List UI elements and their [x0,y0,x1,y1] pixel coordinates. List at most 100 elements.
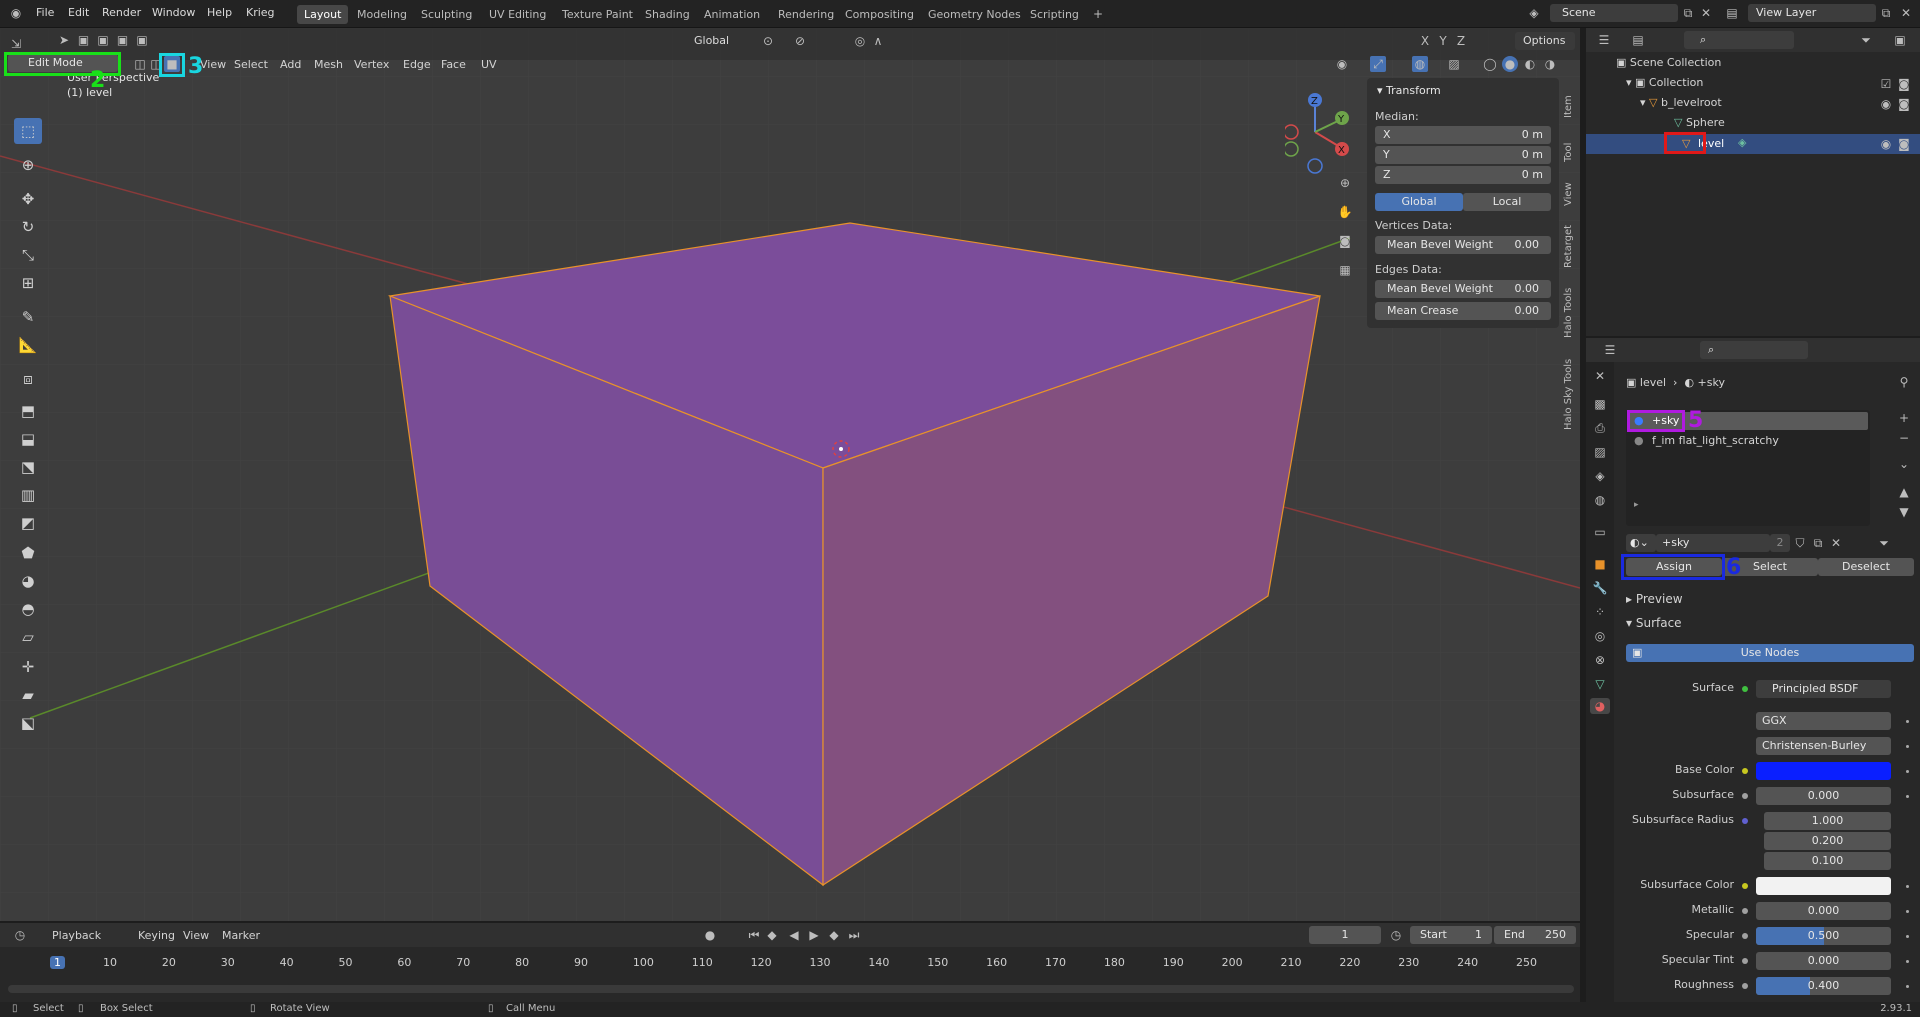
global-toggle[interactable]: Global [1375,193,1463,211]
subsurface-color-swatch[interactable] [1756,877,1891,895]
browse-material-icon[interactable]: ◐⌄ [1626,534,1656,552]
menu-view[interactable]: View [200,58,226,71]
scene-icon[interactable]: ◈ [1526,5,1542,21]
tab-tool[interactable]: Tool [1563,132,1579,162]
new-view-layer-icon[interactable]: ⧉ [1878,5,1894,21]
use-nodes-button[interactable]: ▣ Use Nodes [1626,644,1914,662]
measure-icon[interactable]: 📐 [14,332,42,358]
add-slot-icon[interactable]: + [1896,410,1912,426]
timeline-ruler[interactable]: 1 10 20 30 40 50 60 70 80 90 100 110 120 130 140 150 160… [0,947,1580,1002]
world-tab-icon[interactable]: ◍ [1592,492,1608,508]
outliner-type-icon[interactable]: ☰ [1596,32,1612,48]
object-tab-icon[interactable]: ■ [1592,556,1608,572]
local-toggle[interactable]: Local [1463,193,1551,211]
smooth-icon[interactable]: ◓ [14,596,42,622]
tab-texture-paint[interactable]: Texture Paint [555,5,640,24]
animate-dot[interactable] [1906,745,1909,748]
tab-halo-tools[interactable]: Halo Tools [1563,280,1579,338]
duplicate-material-icon[interactable]: ⧉ [1810,535,1826,551]
median-z-field[interactable]: Z 0 m [1375,166,1551,184]
knife-icon[interactable]: ◩ [14,510,42,536]
shear-icon[interactable]: ▰ [14,682,42,708]
spin-icon[interactable]: ◕ [14,568,42,594]
outliner-collection[interactable]: ▾ ▣ Collection [1626,76,1703,89]
tab-uv-editing[interactable]: UV Editing [482,5,553,24]
menu-playback[interactable]: Playback [52,929,101,942]
material-users-count[interactable]: 2 [1770,534,1790,552]
move-icon[interactable]: ✥ [14,186,42,212]
3d-viewport[interactable]: ⇲ Edit Mode ➤ ▣ ▣ ▣ ▣ Global ⊙ ⊘ ◎ ∧ X Y… [0,28,1580,921]
jump-start-icon[interactable]: ⏮ [746,927,762,943]
delete-scene-icon[interactable]: ✕ [1698,5,1714,21]
menu-add[interactable]: Add [280,58,301,71]
link-type-icon[interactable]: ⏷ [1876,535,1892,551]
subsurface-radius-x[interactable]: 1.000 [1764,812,1891,830]
timeline-type-icon[interactable]: ◷ [12,927,28,943]
select-extend-icon[interactable]: ▣ [95,32,111,48]
end-frame-field[interactable]: End 250 [1494,926,1576,944]
rip-region-icon[interactable]: ⬕ [14,710,42,736]
pin-icon[interactable]: ⚲ [1896,374,1912,390]
unlink-material-icon[interactable]: ✕ [1828,535,1844,551]
material-shading-icon[interactable]: ◐ [1522,56,1538,72]
axis-x-toggle[interactable]: X [1417,33,1433,49]
extrude-icon[interactable]: ⬒ [14,398,42,424]
edge-slide-icon[interactable]: ▱ [14,624,42,650]
menu-render[interactable]: Render [102,6,141,19]
xray-icon[interactable]: ▨ [1446,56,1462,72]
camera-visibility-icon[interactable]: ◙ [1896,136,1912,152]
outliner-item-sphere[interactable]: ▽ Sphere [1674,116,1725,129]
scale-icon[interactable]: ⤡ [14,242,42,268]
preview-panel-header[interactable]: ▸ Preview [1626,592,1683,606]
surface-shader-field[interactable]: Principled BSDF [1756,680,1891,698]
loop-cut-icon[interactable]: ▥ [14,482,42,508]
particles-tab-icon[interactable]: ⁘ [1592,604,1608,620]
add-cube-icon[interactable]: ⧈ [14,366,42,392]
select-new-icon[interactable]: ▣ [76,32,92,48]
new-collection-icon[interactable]: ▣ [1892,32,1908,48]
select-subtract-icon[interactable]: ▣ [115,32,131,48]
tab-modeling[interactable]: Modeling [350,5,414,24]
timeline-scrollbar[interactable] [8,985,1574,993]
outliner-item-b-levelroot[interactable]: ▾ ▽ b_levelroot [1640,96,1722,109]
transform-icon[interactable]: ⊞ [14,270,42,296]
menu-window[interactable]: Window [152,6,195,19]
solid-shading-icon[interactable]: ● [1502,56,1518,72]
fake-user-icon[interactable]: ⛉ [1792,535,1808,551]
median-x-field[interactable]: X 0 m [1375,126,1551,144]
tab-sculpting[interactable]: Sculpting [414,5,479,24]
pan-hand-icon[interactable]: ✋ [1337,204,1353,220]
slot-menu-icon[interactable]: ⌄ [1896,456,1912,472]
axis-z-toggle[interactable]: Z [1453,33,1469,49]
record-icon[interactable]: ● [702,927,718,943]
tool-tab-icon[interactable]: ✕ [1592,368,1608,384]
prev-keyframe-icon[interactable]: ◆ [764,927,780,943]
collection-checkbox[interactable]: ☑ [1878,76,1894,92]
eye-icon[interactable]: ◉ [1878,96,1894,112]
tab-geometry-nodes[interactable]: Geometry Nodes [921,5,1028,24]
tab-compositing[interactable]: Compositing [838,5,921,24]
move-slot-down-icon[interactable]: ▼ [1896,504,1912,520]
tab-halo-sky-tools[interactable]: Halo Sky Tools [1563,350,1579,430]
scene-selector[interactable]: Scene [1550,4,1678,22]
tab-scripting[interactable]: Scripting [1023,5,1086,24]
start-frame-field[interactable]: Start 1 [1410,926,1492,944]
zoom-icon[interactable]: ⊕ [1337,175,1353,191]
tab-layout[interactable]: Layout [297,5,349,24]
animate-dot[interactable] [1906,985,1909,988]
subsurface-field[interactable]: 0.000 [1756,787,1891,805]
menu-edit[interactable]: Edit [68,6,89,19]
vertex-bevel-field[interactable]: Mean Bevel Weight 0.00 [1375,236,1551,254]
menu-marker[interactable]: Marker [222,929,260,942]
tab-item[interactable]: Item [1563,90,1579,118]
subsurface-method-dropdown[interactable]: Christensen-Burley [1756,737,1891,755]
move-slot-up-icon[interactable]: ▲ [1896,484,1912,500]
camera-icon[interactable]: ◙ [1337,233,1353,249]
vertex-select-icon[interactable]: ◫ [132,56,148,72]
shrink-fatten-icon[interactable]: ✛ [14,654,42,680]
view-layer-selector[interactable]: View Layer [1748,4,1876,22]
eye-icon[interactable]: ◉ [1878,136,1894,152]
pivot-icon[interactable]: ⊙ [760,33,776,49]
median-y-field[interactable]: Y 0 m [1375,146,1551,164]
new-scene-icon[interactable]: ⧉ [1680,5,1696,21]
